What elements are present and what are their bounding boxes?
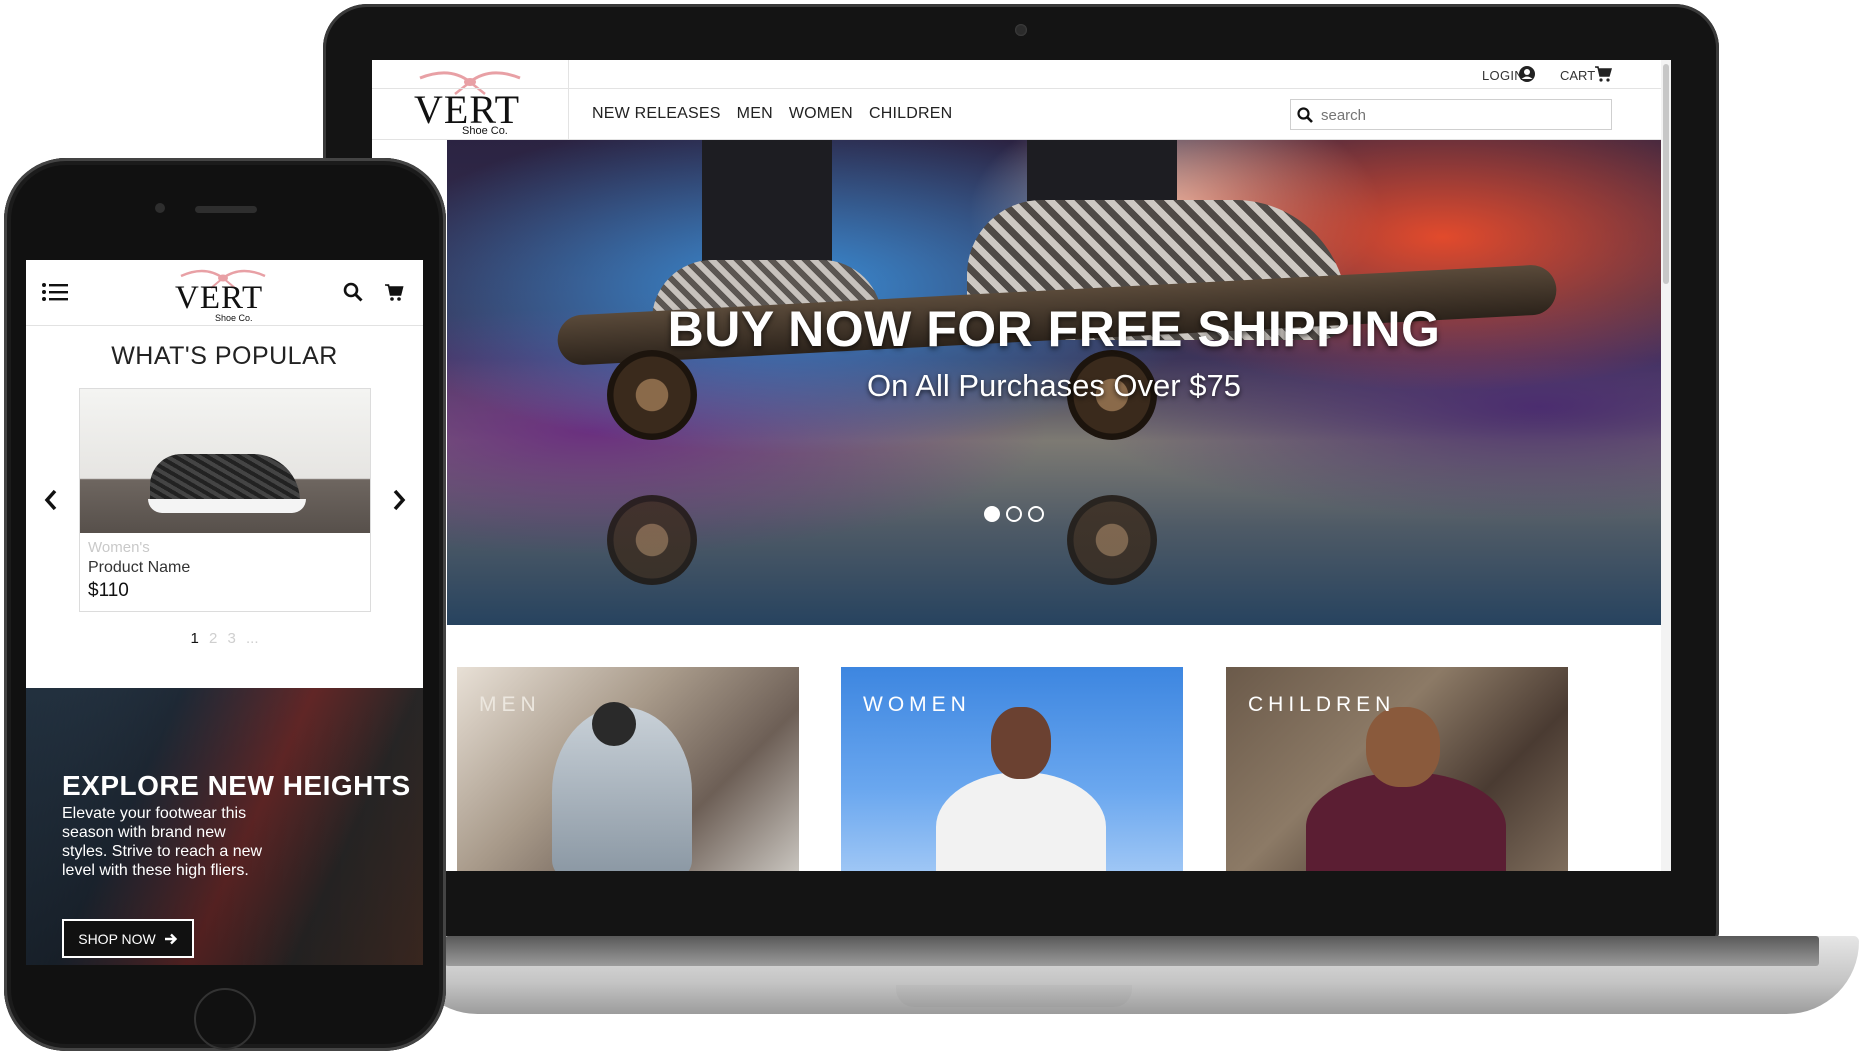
search-icon[interactable] [1297, 107, 1313, 123]
category-image [1366, 707, 1440, 787]
scrollbar-thumb[interactable] [1663, 64, 1669, 284]
search-input[interactable] [1319, 104, 1608, 127]
page-1[interactable]: 1 [190, 630, 198, 647]
nav-men[interactable]: MEN [737, 105, 773, 123]
product-price: $110 [88, 580, 129, 601]
category-image [936, 772, 1106, 871]
divider [26, 325, 423, 326]
hamburger-menu-icon[interactable] [41, 281, 69, 303]
cart-icon[interactable] [1594, 65, 1612, 83]
laptop-hinge [445, 936, 1819, 966]
brand-subtitle: Shoe Co. [215, 313, 253, 323]
pagination: 1 2 3 ... [26, 630, 423, 647]
page-2[interactable]: 2 [209, 630, 217, 647]
promo-text: Elevate your footwear this season with b… [62, 805, 263, 879]
carousel-dot-1[interactable] [984, 506, 1000, 522]
brand-logo[interactable]: VERT Shoe Co. [410, 68, 530, 138]
divider [568, 60, 569, 139]
shop-now-label: SHOP NOW [78, 930, 156, 947]
phone-home-button [194, 988, 256, 1050]
category-label: WOMEN [863, 693, 971, 716]
category-tile-men[interactable]: MEN [457, 667, 799, 871]
hero-image [607, 495, 697, 585]
search-box[interactable] [1290, 99, 1612, 130]
hero-image [702, 140, 832, 275]
product-category: Women's [88, 539, 150, 556]
brand-name: VERT [175, 280, 264, 316]
category-label: MEN [479, 693, 541, 716]
chevron-right-icon[interactable] [388, 487, 410, 513]
hero-banner[interactable]: BUY NOW FOR FREE SHIPPING On All Purchas… [447, 140, 1661, 625]
cart-link[interactable]: CART [1560, 68, 1595, 83]
search-icon[interactable] [343, 282, 363, 302]
hero-subtitle: On All Purchases Over $75 [867, 368, 1241, 403]
category-tile-women[interactable]: WOMEN [841, 667, 1183, 871]
brand-logo[interactable]: VERT Shoe Co. [173, 266, 273, 324]
product-image [80, 389, 370, 533]
hero-title: BUY NOW FOR FREE SHIPPING [667, 301, 1441, 357]
divider [372, 88, 1671, 89]
main-nav: NEW RELEASES MEN WOMEN CHILDREN [592, 105, 952, 123]
phone-camera [155, 203, 165, 213]
shop-now-button[interactable]: SHOP NOW [62, 919, 194, 958]
product-image [148, 499, 306, 513]
category-label: CHILDREN [1248, 693, 1396, 716]
page-more[interactable]: ... [246, 630, 259, 647]
section-title: WHAT'S POPULAR [111, 342, 338, 370]
desktop-site: VERT Shoe Co. LOGIN CART NEW RELEASES ME… [372, 60, 1671, 871]
user-circle-icon[interactable] [1518, 65, 1536, 83]
mobile-site: VERT Shoe Co. WHAT'S POPULAR Women's Pro… [26, 260, 423, 965]
arrow-right-icon [164, 933, 177, 944]
nav-new-releases[interactable]: NEW RELEASES [592, 105, 721, 123]
promo-title: EXPLORE NEW HEIGHTS [62, 770, 411, 801]
laptop-trackpad-notch [896, 985, 1132, 1007]
category-tile-children[interactable]: CHILDREN [1226, 667, 1568, 871]
chevron-left-icon[interactable] [40, 487, 62, 513]
brand-subtitle: Shoe Co. [462, 125, 508, 137]
carousel-dots [984, 506, 1044, 522]
page-3[interactable]: 3 [228, 630, 236, 647]
product-card[interactable]: Women's Product Name $110 [79, 388, 371, 612]
nav-children[interactable]: CHILDREN [869, 105, 952, 123]
product-name: Product Name [88, 559, 191, 576]
laptop-camera [1015, 24, 1027, 36]
category-image [592, 702, 636, 746]
category-image [991, 707, 1051, 779]
carousel-dot-3[interactable] [1028, 506, 1044, 522]
promo-banner: EXPLORE NEW HEIGHTS Elevate your footwea… [26, 688, 423, 965]
phone-speaker [195, 206, 257, 213]
carousel-dot-2[interactable] [1006, 506, 1022, 522]
cart-icon[interactable] [384, 282, 404, 302]
nav-women[interactable]: WOMEN [789, 105, 853, 123]
hero-image [1067, 495, 1157, 585]
